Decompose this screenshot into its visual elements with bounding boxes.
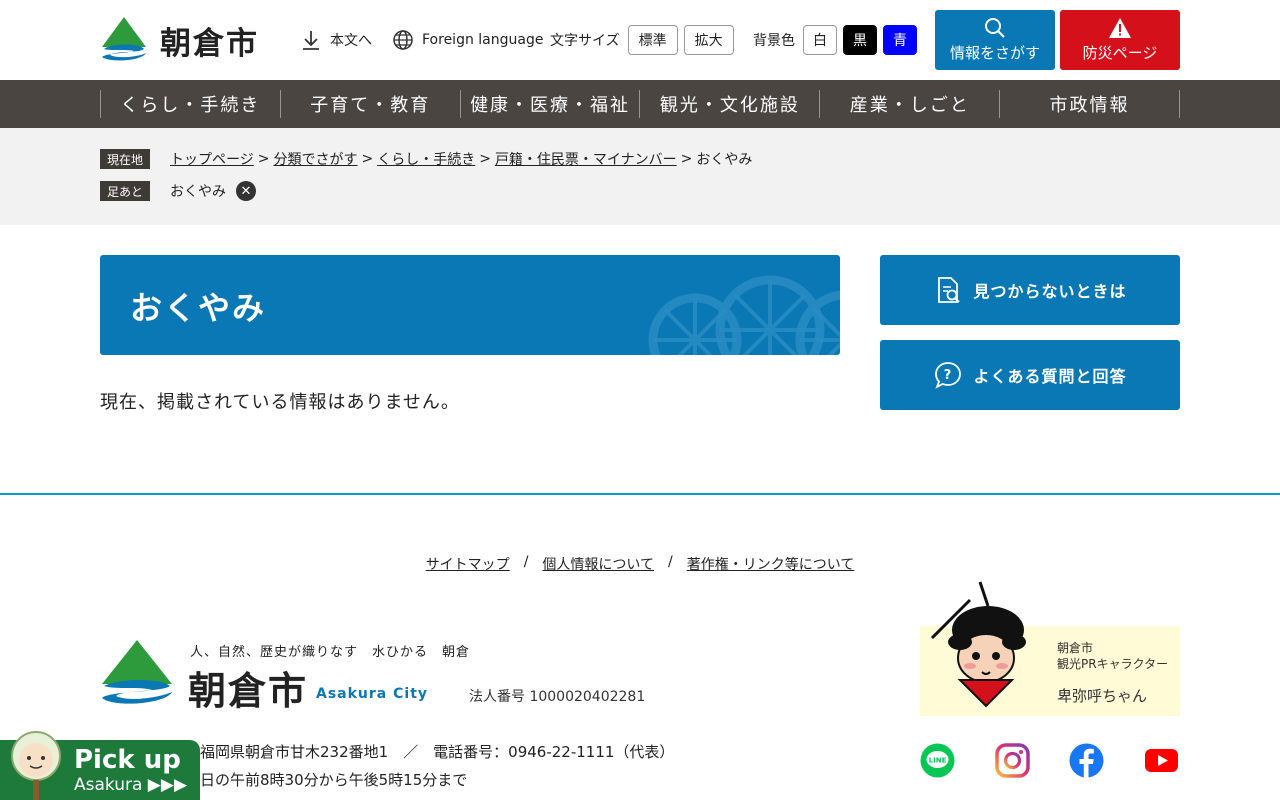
skip-to-content-link[interactable]: 本文へ: [300, 0, 372, 80]
footer-city-name: 朝倉市: [188, 669, 309, 713]
breadcrumb-link-koseki[interactable]: 戸籍・住民票・マイナンバー: [495, 149, 677, 169]
pickup-mascot-icon: [11, 731, 61, 800]
bg-color-controls: 背景色 白 黒 青: [753, 0, 917, 80]
pickup-asakura-banner[interactable]: Pick up Asakura ▶▶▶: [0, 731, 200, 800]
bg-black-button[interactable]: 黒: [843, 25, 877, 55]
footer-divider: [0, 493, 1280, 495]
breadcrumb-separator: >: [361, 151, 374, 167]
faq-button[interactable]: ? よくある質問と回答: [880, 340, 1180, 410]
disaster-page-label: 防災ページ: [1082, 44, 1158, 62]
privacy-link[interactable]: 個人情報について: [542, 554, 654, 574]
mascot-caption: 朝倉市 観光PRキャラクター: [1057, 641, 1169, 671]
font-size-label: 文字サイズ: [550, 33, 620, 49]
font-standard-button[interactable]: 標準: [627, 25, 678, 55]
youtube-icon[interactable]: [1144, 743, 1179, 778]
breadcrumb-separator: >: [479, 151, 491, 167]
breadcrumb-separator: >: [257, 151, 270, 167]
facebook-icon[interactable]: [1069, 743, 1104, 778]
footer-city-en: Asakura City: [316, 686, 429, 702]
global-nav: くらし・手続き 子育て・教育 健康・医療・福祉 観光・文化施設 産業・しごと 市…: [0, 80, 1280, 128]
breadcrumb-link-category[interactable]: 分類でさがす: [273, 149, 357, 169]
current-location-tag: 現在地: [100, 149, 150, 169]
instagram-icon[interactable]: [995, 743, 1030, 778]
footer-address: 福岡県朝倉市甘木232番地1 ／ 電話番号：0946-22-1111（代表）: [200, 743, 675, 761]
pickup-title: Pick up: [74, 745, 181, 775]
breadcrumb-current: おくやみ: [696, 152, 753, 168]
bg-white-button[interactable]: 白: [803, 25, 837, 55]
nav-item-kosodate[interactable]: 子育て・教育: [279, 90, 460, 118]
page-title-banner: おくやみ: [100, 255, 840, 355]
globe-icon: [393, 30, 413, 50]
breadcrumb-area: 現在地 トップページ > 分類でさがす > くらし・手続き > 戸籍・住民票・マ…: [0, 128, 1280, 225]
copyright-link[interactable]: 著作権・リンク等について: [687, 554, 855, 574]
history-trail: 足あと おくやみ ✕: [100, 181, 256, 201]
nav-item-kenko[interactable]: 健康・医療・福祉: [459, 90, 640, 118]
faq-label: よくある質問と回答: [973, 367, 1127, 386]
breadcrumb-separator: >: [680, 151, 693, 167]
footer-city-mark-icon: [102, 640, 172, 704]
site-logo[interactable]: 朝倉市: [100, 17, 259, 63]
himiko-mascot-icon: [930, 581, 1026, 708]
site-title: 朝倉市: [160, 25, 259, 62]
site-header: 朝倉市 本文へ Foreign language 文字サイズ 標準 拡大 背景色…: [0, 0, 1280, 80]
download-icon: [303, 31, 319, 50]
disaster-page-button[interactable]: 防災ページ: [1060, 10, 1180, 70]
breadcrumb-link-kurashi[interactable]: くらし・手続き: [377, 149, 475, 169]
close-icon[interactable]: ✕: [236, 181, 256, 201]
sitemap-link[interactable]: サイトマップ: [426, 554, 510, 574]
bg-color-label: 背景色: [753, 33, 795, 49]
bg-blue-button[interactable]: 青: [883, 25, 917, 55]
breadcrumb-link-top[interactable]: トップページ: [170, 149, 254, 169]
footer-link-separator: /: [523, 554, 529, 570]
foreign-language-label: Foreign language: [422, 32, 544, 48]
svg-text:LINE: LINE: [929, 757, 947, 765]
nav-item-kurashi[interactable]: くらし・手続き: [100, 90, 280, 118]
search-info-label: 情報をさがす: [949, 44, 1040, 62]
no-info-message: 現在、掲載されている情報はありません。: [100, 392, 460, 413]
svg-text:?: ?: [944, 368, 953, 383]
nav-item-sangyo[interactable]: 産業・しごと: [819, 90, 999, 118]
mascot-name: 卑弥呼ちゃん: [1057, 687, 1148, 705]
warning-icon: [1109, 18, 1131, 38]
breadcrumb: 現在地 トップページ > 分類でさがす > くらし・手続き > 戸籍・住民票・マ…: [100, 149, 752, 169]
font-size-controls: 文字サイズ 標準 拡大: [550, 0, 734, 80]
not-found-label: 見つからないときは: [973, 282, 1127, 301]
page-title: おくやみ: [130, 289, 267, 327]
question-bubble-icon: ?: [935, 362, 962, 389]
not-found-button[interactable]: 見つからないときは: [880, 255, 1180, 325]
footer-catchphrase: 人、自然、歴史が織りなす 水ひかる 朝倉: [190, 645, 471, 660]
font-large-button[interactable]: 拡大: [683, 25, 734, 55]
city-mark-icon: [102, 17, 146, 61]
nav-item-kanko[interactable]: 観光・文化施設: [639, 90, 819, 118]
search-icon: [985, 18, 1005, 38]
footer-link-separator: /: [668, 554, 673, 570]
line-icon[interactable]: LINE: [920, 743, 955, 778]
footer-links: サイトマップ / 個人情報について / 著作権・リンク等について: [0, 554, 1280, 574]
history-item[interactable]: おくやみ: [170, 181, 226, 201]
document-search-icon: [938, 277, 961, 303]
foreign-language-link[interactable]: Foreign language: [392, 0, 543, 80]
pickup-subtitle: Asakura ▶▶▶: [74, 775, 188, 795]
skip-to-content-label: 本文へ: [330, 33, 372, 49]
history-tag: 足あと: [100, 181, 150, 201]
corporate-number: 法人番号 1000020402281: [469, 689, 646, 705]
waterwheel-decoration-icon: [648, 275, 840, 355]
footer-hours: 日の午前8時30分から午後5時15分まで: [200, 771, 468, 789]
search-info-button[interactable]: 情報をさがす: [935, 10, 1055, 70]
nav-item-shisei[interactable]: 市政情報: [999, 90, 1180, 118]
